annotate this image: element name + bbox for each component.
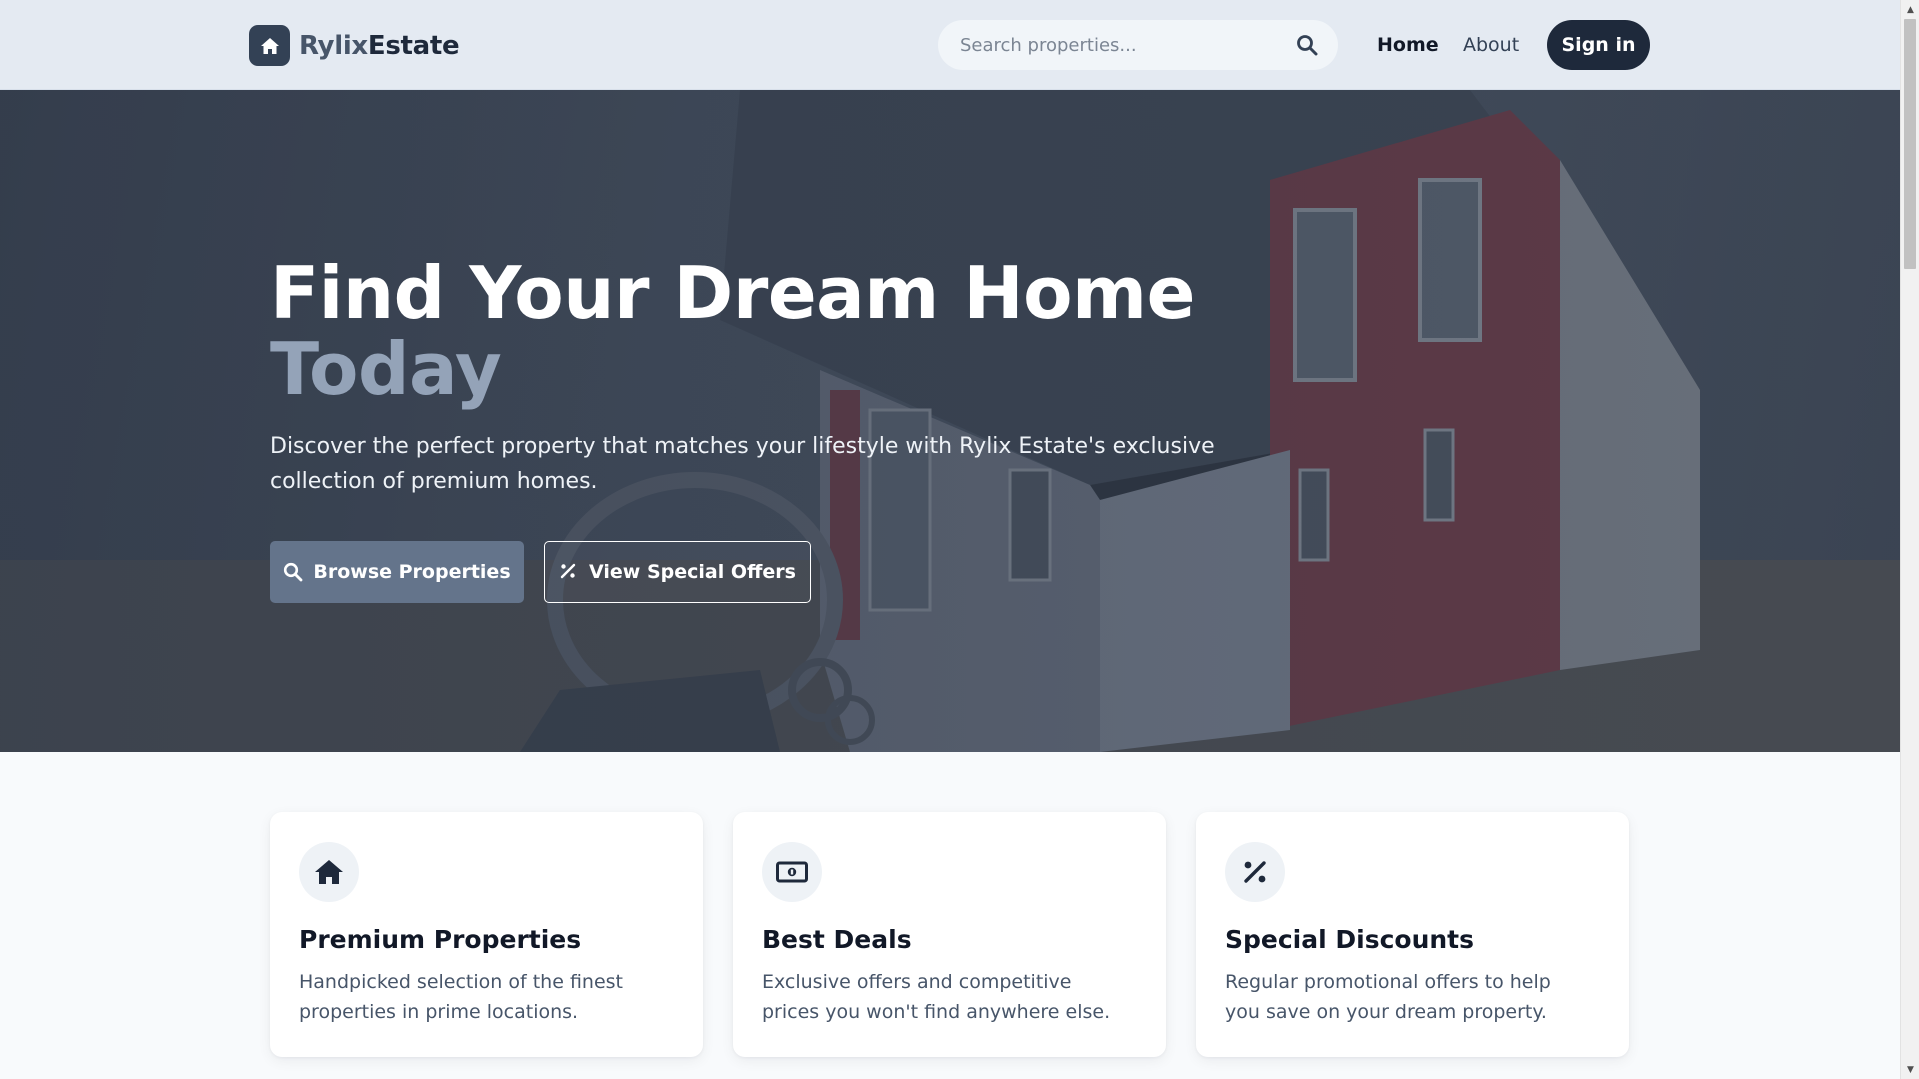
search-input[interactable] <box>958 33 1278 57</box>
page: RylixEstate Home About Sign in <box>0 0 1919 1079</box>
page-scrollbar[interactable]: ▲ ▼ <box>1900 0 1919 1079</box>
hero-content: Find Your Dream Home Today Discover the … <box>270 255 1270 603</box>
hero-title-line2: Today <box>270 327 502 411</box>
percent-icon <box>559 562 579 582</box>
feature-text: Handpicked selection of the finest prope… <box>299 971 623 1023</box>
sign-in-button[interactable]: Sign in <box>1547 20 1650 70</box>
search-icon[interactable] <box>1296 34 1318 56</box>
brand-name-part1: Rylix <box>299 30 368 61</box>
search-bar <box>938 20 1338 70</box>
scroll-up-arrow-icon[interactable]: ▲ <box>1901 0 1919 19</box>
nav-link-about[interactable]: About <box>1463 0 1519 90</box>
view-special-offers-label: View Special Offers <box>589 561 796 583</box>
feature-title: Special Discounts <box>1225 925 1475 954</box>
home-icon <box>299 842 359 902</box>
hero-title-line1: Find Your Dream Home <box>270 251 1195 335</box>
brand-logo[interactable]: RylixEstate <box>249 25 460 66</box>
scrollbar-thumb[interactable] <box>1904 19 1916 269</box>
money-bill-icon <box>762 842 822 902</box>
search-icon <box>283 562 303 582</box>
browse-properties-button[interactable]: Browse Properties <box>270 541 524 603</box>
brand-name-part2: Estate <box>367 30 460 61</box>
feature-title: Premium Properties <box>299 925 582 954</box>
nav-link-home[interactable]: Home <box>1377 0 1439 90</box>
home-icon <box>249 25 290 66</box>
hero-title: Find Your Dream Home Today <box>270 255 1270 407</box>
feature-text: Regular promotional offers to help you s… <box>1225 971 1551 1023</box>
feature-title: Best Deals <box>762 925 912 954</box>
hero-actions: Browse Properties View Special Offers <box>270 541 1270 603</box>
feature-card-special-discounts: Special Discounts Regular promotional of… <box>1196 812 1629 1057</box>
scroll-down-arrow-icon[interactable]: ▼ <box>1901 1060 1919 1079</box>
view-special-offers-button[interactable]: View Special Offers <box>544 541 811 603</box>
hero-section: Find Your Dream Home Today Discover the … <box>0 90 1900 752</box>
percent-icon <box>1225 842 1285 902</box>
top-navbar: RylixEstate Home About Sign in <box>0 0 1900 90</box>
feature-card-best-deals: Best Deals Exclusive offers and competit… <box>733 812 1166 1057</box>
browse-properties-label: Browse Properties <box>313 561 511 583</box>
feature-card-premium-properties: Premium Properties Handpicked selection … <box>270 812 703 1057</box>
features-section: Premium Properties Handpicked selection … <box>270 812 1629 1057</box>
feature-text: Exclusive offers and competitive prices … <box>762 971 1111 1023</box>
brand-name: RylixEstate <box>299 30 460 61</box>
hero-subtitle: Discover the perfect property that match… <box>270 434 1215 494</box>
